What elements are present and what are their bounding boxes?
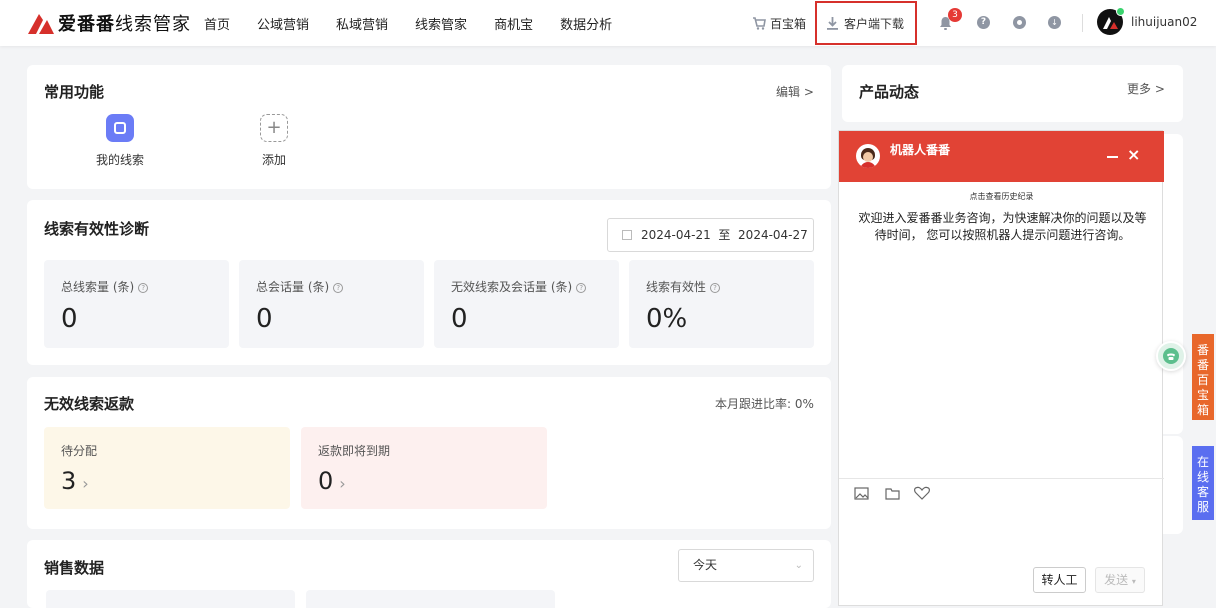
question-icon: ? — [576, 283, 587, 293]
transfer-to-agent-button[interactable]: 转人工 — [1033, 567, 1086, 593]
notification-badge: 3 — [948, 8, 962, 22]
add-icon: + — [260, 114, 288, 142]
stat-value: 0% — [646, 304, 688, 334]
date-to: 2024-04-27 — [738, 228, 808, 242]
baibao-label: 百宝箱 — [770, 16, 807, 31]
baibao-button[interactable]: 百宝箱 — [752, 0, 806, 46]
stat-label: 总线索量 (条) — [61, 280, 135, 294]
expiring-refund-box[interactable]: 返款即将到期 0 › — [301, 427, 547, 509]
stat-invalid-leads: 无效线索及会话量 (条)? 0 — [434, 260, 619, 348]
nav-public-marketing[interactable]: 公域营销 — [257, 14, 309, 33]
lead-diagnosis-card: 线索有效性诊断 2024-04-21 至 2024-04-27 总线索量 (条)… — [27, 200, 831, 365]
stat-value: 0 — [451, 304, 468, 334]
logo-brand: 爱番番 — [58, 14, 115, 35]
bot-avatar — [856, 144, 880, 168]
chevron-right-icon: › — [82, 474, 89, 493]
question-icon: ? — [333, 283, 344, 293]
invalid-lead-refund-card: 无效线索返款 本月跟进比率: 0% 待分配 3 › 返款即将到期 0 › — [27, 377, 831, 529]
period-select[interactable]: 今天 ⌄ — [678, 549, 814, 582]
username[interactable]: lihuijuan02 — [1131, 15, 1197, 29]
baibao-side-tab[interactable]: 番番百宝箱 — [1192, 334, 1214, 420]
send-button[interactable]: 发送 ▾ — [1095, 567, 1145, 593]
history-link[interactable]: 点击查看历史纪录 — [839, 191, 1164, 202]
diagnosis-title: 线索有效性诊断 — [44, 220, 150, 238]
nav-lead-manager[interactable]: 线索管家 — [415, 14, 467, 33]
stat-total-leads: 总线索量 (条)? 0 — [44, 260, 229, 348]
nav-private-marketing[interactable]: 私域营销 — [336, 14, 388, 33]
refund-title: 无效线索返款 — [44, 395, 135, 413]
brand-logo[interactable]: 爱番番线索管家 — [26, 10, 191, 36]
highlight-box — [815, 1, 917, 45]
chat-header: 机器人番番 × — [839, 131, 1164, 182]
main-nav: 首页 公域营销 私域营销 线索管家 商机宝 数据分析 — [204, 0, 639, 46]
chat-widget: 机器人番番 × 点击查看历史纪录 欢迎进入爱番番业务咨询，为快速解决你的问题以及… — [838, 130, 1164, 606]
sales-panel — [306, 590, 555, 608]
question-icon: ? — [138, 283, 149, 293]
chevron-down-icon: ⌄ — [794, 560, 803, 571]
add-label: 添加 — [261, 153, 286, 167]
date-range-picker[interactable]: 2024-04-21 至 2024-04-27 — [607, 218, 814, 252]
date-separator: 至 — [718, 228, 731, 242]
stat-label: 无效线索及会话量 (条) — [451, 280, 573, 294]
sales-data-card: 销售数据 今天 ⌄ — [27, 540, 831, 608]
help-icon[interactable]: ? — [977, 16, 990, 29]
stat-lead-validity: 线索有效性? 0% — [629, 260, 814, 348]
folder-icon[interactable] — [885, 487, 900, 500]
my-leads-icon — [106, 114, 134, 142]
image-icon[interactable] — [854, 487, 869, 500]
logo-product: 线索管家 — [115, 14, 191, 35]
online-service-side-tab[interactable]: 在线客服 — [1192, 446, 1214, 520]
calendar-icon — [622, 230, 632, 240]
download-circle-icon[interactable]: ↓ — [1048, 16, 1061, 29]
online-status-dot — [1116, 7, 1125, 16]
sales-panel — [46, 590, 295, 608]
edit-link[interactable]: 编辑 > — [776, 83, 814, 100]
period-value: 今天 — [693, 558, 718, 572]
pending-label: 待分配 — [61, 444, 98, 458]
stat-value: 0 — [61, 304, 78, 334]
stat-total-sessions: 总会话量 (条)? 0 — [239, 260, 424, 348]
common-functions-title: 常用功能 — [44, 83, 105, 101]
caret-icon: ▾ — [1131, 577, 1136, 586]
logo-icon — [28, 14, 54, 34]
pending-assignment-box[interactable]: 待分配 3 › — [44, 427, 290, 509]
more-link[interactable]: 更多 > — [1127, 80, 1165, 97]
stat-value: 0 — [256, 304, 273, 334]
chat-input-divider — [839, 478, 1164, 479]
phone-icon — [1163, 348, 1179, 364]
nav-data-analysis[interactable]: 数据分析 — [560, 14, 612, 33]
add-shortcut[interactable]: + 添加 — [245, 114, 303, 174]
expiring-label: 返款即将到期 — [318, 444, 391, 458]
close-icon[interactable]: × — [1127, 145, 1140, 164]
welcome-message: 欢迎进入爱番番业务咨询，为快速解决你的问题以及等待时间， 您可以按照机器人提示问… — [858, 211, 1147, 242]
minimize-icon[interactable] — [1107, 156, 1118, 158]
bot-name: 机器人番番 — [890, 143, 951, 157]
date-from: 2024-04-21 — [641, 228, 711, 242]
expiring-value: 0 — [318, 467, 334, 495]
nav-opportunity[interactable]: 商机宝 — [494, 14, 533, 33]
header-divider — [1082, 14, 1083, 32]
follow-up-ratio: 本月跟进比率: 0% — [715, 397, 814, 411]
stat-label: 线索有效性 — [646, 280, 707, 294]
heart-icon[interactable] — [914, 486, 930, 500]
product-news-title: 产品动态 — [859, 83, 920, 101]
common-functions-card: 常用功能 编辑 > 我的线索 + 添加 — [27, 65, 831, 189]
question-icon: ? — [710, 283, 721, 293]
chevron-right-icon: › — [339, 474, 346, 493]
pending-value: 3 — [61, 467, 77, 495]
my-leads-label: 我的线索 — [95, 153, 144, 167]
my-leads-shortcut[interactable]: 我的线索 — [91, 114, 149, 174]
send-label: 发送 — [1104, 573, 1129, 587]
top-navigation-bar: 爱番番线索管家 首页 公域营销 私域营销 线索管家 商机宝 数据分析 百宝箱 客… — [0, 0, 1216, 46]
product-news-card: 产品动态 更多 > — [842, 65, 1183, 122]
phone-float-button[interactable] — [1156, 341, 1186, 371]
sales-title: 销售数据 — [44, 559, 105, 577]
nav-home[interactable]: 首页 — [204, 14, 230, 33]
cart-icon — [753, 16, 766, 30]
settings-icon[interactable] — [1013, 16, 1026, 29]
stat-label: 总会话量 (条) — [256, 280, 330, 294]
